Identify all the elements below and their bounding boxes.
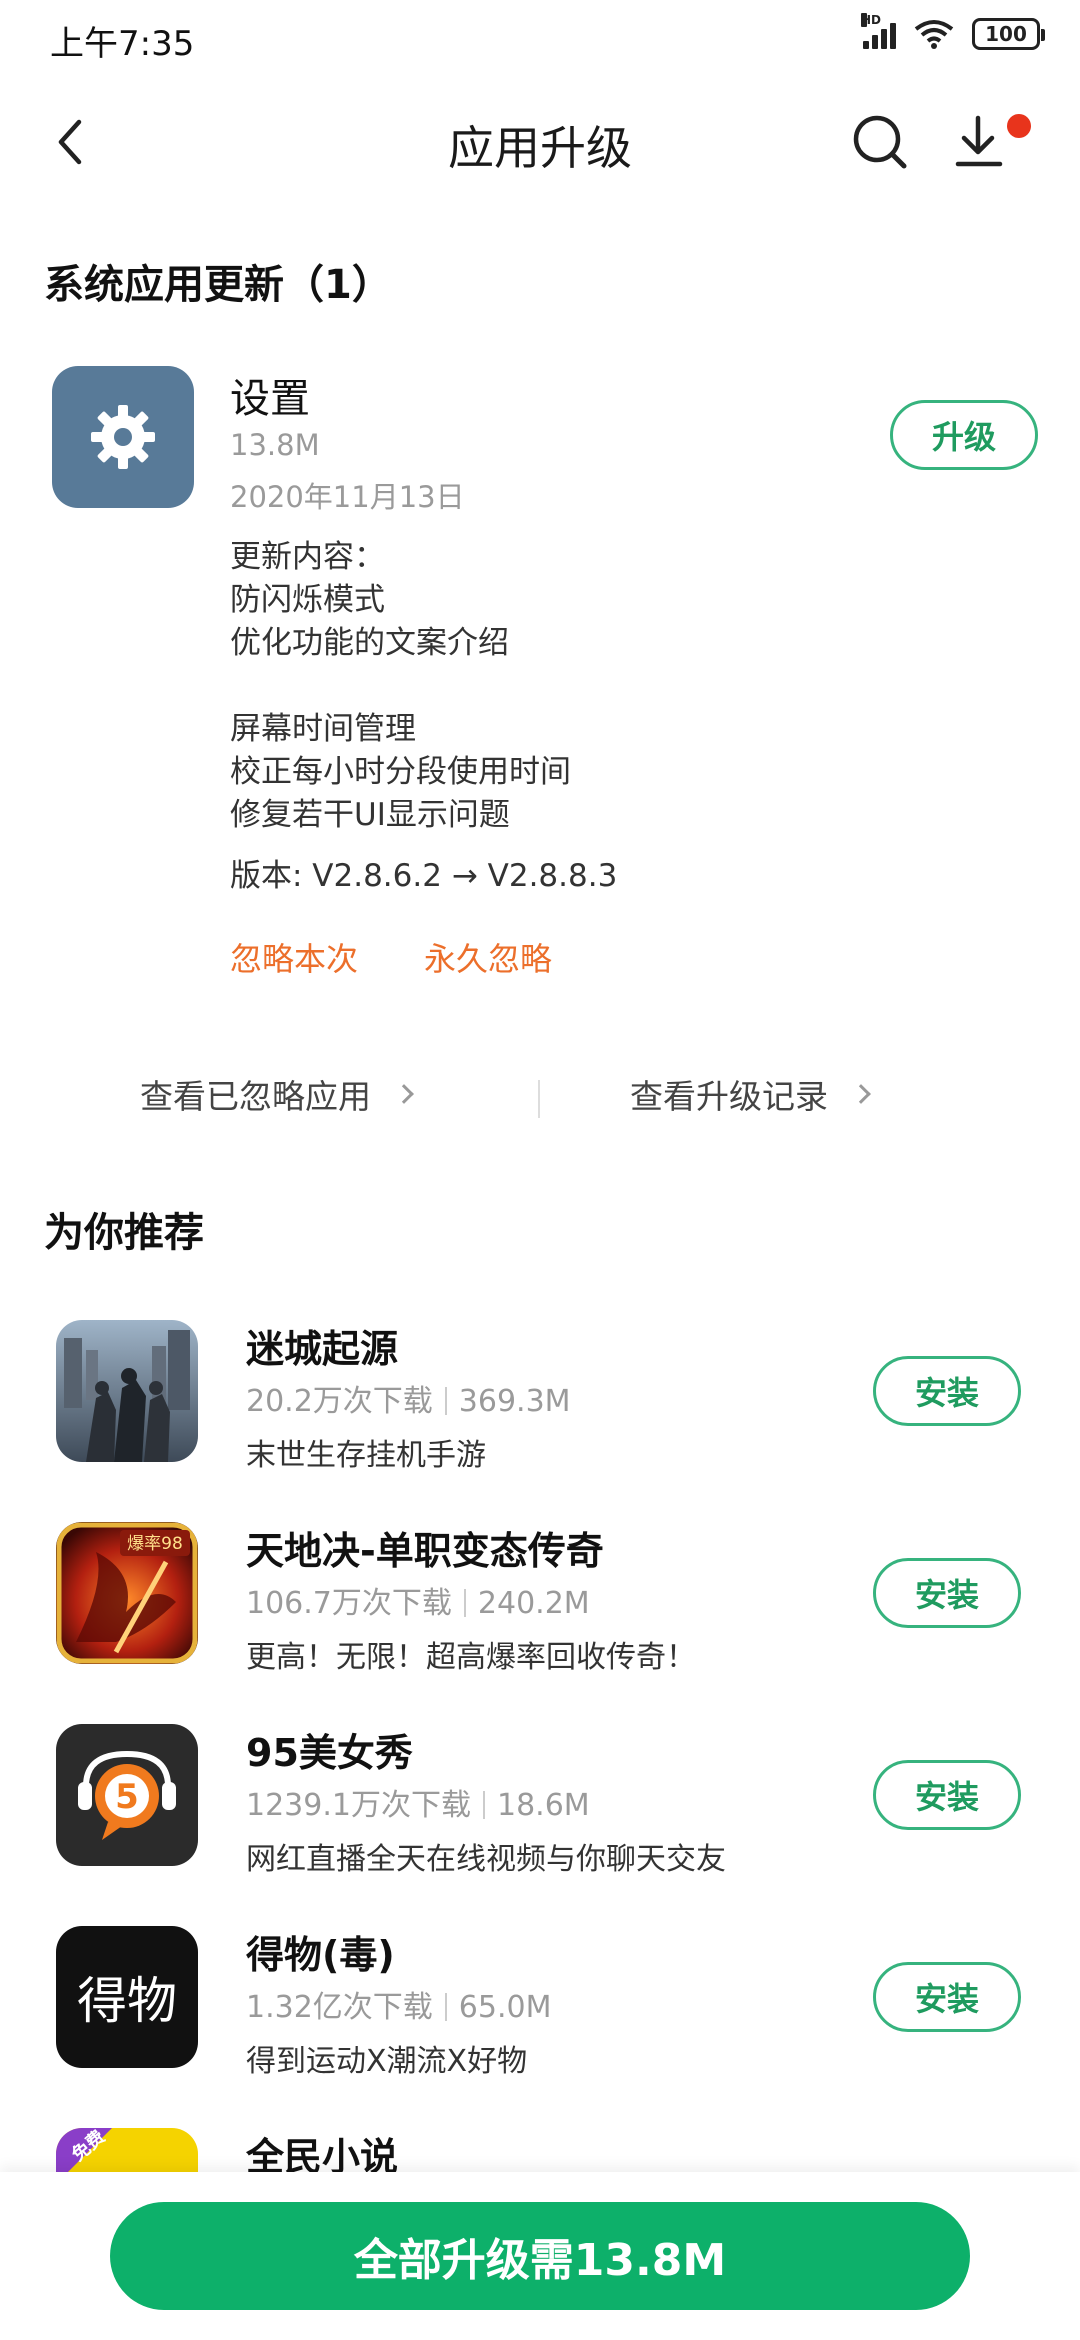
settings-app-icon[interactable] [52,366,194,508]
search-button[interactable] [850,112,910,172]
bottom-action-bar: 全部升级需13.8M [0,2172,1080,2340]
list-item[interactable]: 5 95美女秀 1239.1万次下载 18.6M 网红直播全天在线视频与你聊天交友… [0,1724,1080,1924]
app-meta: 20.2万次下载 369.3M [246,1376,571,1420]
system-updates-title: 系统应用更新（1） [44,262,392,308]
changelog-line: 校正每小时分段使用时间 [230,754,571,790]
install-button[interactable]: 安装 [873,1558,1021,1628]
changelog: 更新内容： 防闪烁模式 优化功能的文案介绍 屏幕时间管理 校正每小时分段使用时间… [230,536,571,837]
changelog-line [230,665,571,708]
app-name: 95美女秀 [246,1731,413,1775]
icon-badge-text: 得物 [77,1972,177,2030]
app-size: 65.0M [458,1990,552,2025]
app-size: 240.2M [477,1586,590,1621]
meta-separator [444,1387,447,1415]
list-item[interactable]: 得物 得物(毒) 1.32亿次下载 65.0M 得到运动X潮流X好物 安装 [0,1926,1080,2126]
icon-badge-text: 爆率98 [127,1534,183,1554]
install-button[interactable]: 安装 [873,1760,1021,1830]
chevron-right-icon [851,1084,871,1104]
signal-icon: HD [861,13,896,49]
app-meta: 1.32亿次下载 65.0M [246,1982,551,2026]
upgrade-all-button[interactable]: 全部升级需13.8M [110,2202,970,2310]
app-meta: 1239.1万次下载 18.6M [246,1780,590,1824]
status-bar: 上午7:35 HD 100 [0,0,1080,80]
dragon-game-icon: 爆率98 [56,1522,198,1664]
gear-icon [91,405,155,469]
page-title: 应用升级 [448,121,632,175]
download-manager-button[interactable] [950,110,1014,174]
app-downloads: 106.7万次下载 [246,1586,452,1621]
app-description: 网红直播全天在线视频与你聊天交友 [246,1842,726,1877]
settings-app-size: 13.8M [230,428,320,462]
view-upgrade-history-label: 查看升级记录 [630,1077,828,1116]
app-header: 应用升级 [0,90,1080,200]
chat-five-icon: 5 [56,1724,198,1866]
view-ignored-apps-link[interactable]: 查看已忽略应用 [140,1070,414,1118]
app-name: 天地决-单职变态传奇 [246,1529,604,1573]
battery-level: 100 [985,22,1027,46]
version-info: 版本: V2.8.6.2 → V2.8.8.3 [230,858,618,894]
battery-icon: 100 [972,18,1045,50]
changelog-line: 防闪烁模式 [230,582,385,618]
meta-separator [463,1589,466,1617]
settings-app-date: 2020年11月13日 [230,480,465,514]
meta-separator [482,1791,485,1819]
app-downloads: 1239.1万次下载 [246,1788,471,1823]
view-upgrade-history-link[interactable]: 查看升级记录 [630,1070,871,1118]
app-name: 得物(毒) [246,1933,395,1977]
download-icon [955,115,1003,167]
ignore-forever-link[interactable]: 永久忽略 [424,934,552,980]
chevron-right-icon [394,1084,414,1104]
app-name: 迷城起源 [246,1327,399,1371]
dewu-logo-icon: 得物 [56,1926,198,2068]
status-time: 上午7:35 [50,24,195,64]
status-icons: HD 100 [861,13,1045,50]
app-description: 得到运动X潮流X好物 [246,2044,528,2079]
app-downloads: 20.2万次下载 [246,1384,433,1419]
notification-dot [1007,114,1031,138]
search-icon [853,115,907,169]
meta-separator [444,1993,447,2021]
settings-app-name: 设置 [230,376,310,422]
list-item[interactable]: 迷城起源 20.2万次下载 369.3M 末世生存挂机手游 安装 [0,1320,1080,1520]
install-button[interactable]: 安装 [873,1962,1021,2032]
game-soldiers-icon [56,1320,198,1462]
changelog-line: 更新内容： [230,539,385,575]
app-meta: 106.7万次下载 240.2M [246,1578,590,1622]
app-size: 18.6M [496,1788,590,1823]
app-size: 369.3M [458,1384,571,1419]
changelog-line: 修复若干UI显示问题 [230,797,510,833]
ignore-once-link[interactable]: 忽略本次 [230,934,358,980]
app-downloads: 1.32亿次下载 [246,1990,433,2025]
app-description: 更高！无限！超高爆率回收传奇！ [246,1640,696,1675]
hd-label: HD [861,13,882,27]
changelog-line: 优化功能的文案介绍 [230,625,509,661]
icon-badge-text: 5 [115,1777,139,1817]
recommended-title: 为你推荐 [44,1210,204,1256]
changelog-line: 屏幕时间管理 [230,711,416,747]
list-item[interactable]: 爆率98 天地决-单职变态传奇 106.7万次下载 240.2M 更高！无限！超高… [0,1522,1080,1722]
wifi-icon [914,20,954,49]
view-ignored-apps-label: 查看已忽略应用 [140,1077,371,1116]
link-divider [538,1080,540,1118]
install-button[interactable]: 安装 [873,1356,1021,1426]
app-description: 末世生存挂机手游 [246,1438,486,1473]
upgrade-button[interactable]: 升级 [890,400,1038,470]
